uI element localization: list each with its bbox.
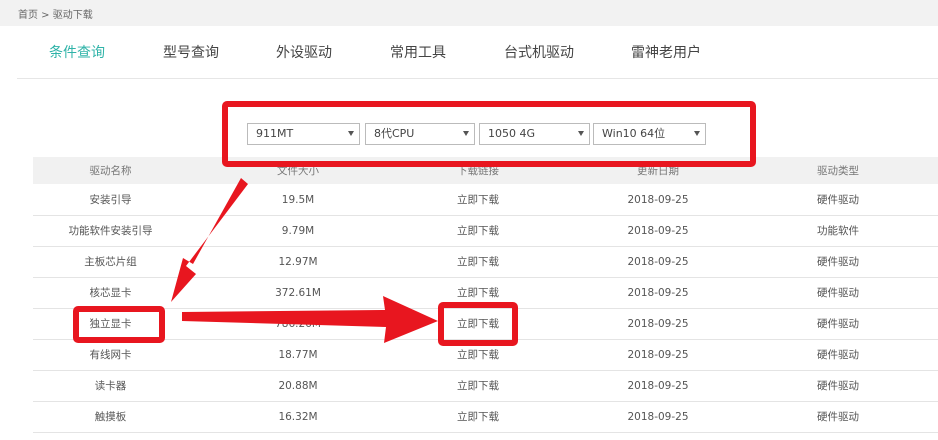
- update-date: 2018-09-25: [627, 224, 689, 237]
- file-size: 20.88M: [278, 379, 318, 392]
- table-row: 读卡器 20.88M 立即下载 2018-09-25 硬件驱动: [33, 370, 938, 402]
- chevron-down-icon: [463, 131, 469, 136]
- table-row: 安装引导 19.5M 立即下载 2018-09-25 硬件驱动: [33, 184, 938, 216]
- tab-common-tools[interactable]: 常用工具: [390, 42, 446, 62]
- tab-peripheral-drivers[interactable]: 外设驱动: [276, 42, 332, 62]
- chevron-down-icon: [348, 131, 354, 136]
- update-date: 2018-09-25: [627, 317, 689, 330]
- driver-type: 硬件驱动: [817, 287, 859, 299]
- update-date: 2018-09-25: [627, 410, 689, 423]
- os-select[interactable]: Win10 64位: [593, 123, 706, 145]
- file-size: 18.77M: [278, 348, 318, 361]
- driver-type: 硬件驱动: [817, 380, 859, 392]
- breadcrumb: 首页 > 驱动下载: [18, 10, 93, 21]
- model-select[interactable]: 911MT: [247, 123, 360, 145]
- top-bar: 首页 > 驱动下载: [0, 0, 938, 26]
- download-link[interactable]: 立即下载: [388, 184, 568, 215]
- file-size: 9.79M: [281, 224, 315, 237]
- header-download-link: 下载链接: [457, 165, 499, 177]
- table-row: 核芯显卡 372.61M 立即下载 2018-09-25 硬件驱动: [33, 277, 938, 309]
- update-date: 2018-09-25: [627, 379, 689, 392]
- driver-type: 功能软件: [817, 225, 859, 237]
- header-file-size: 文件大小: [277, 165, 319, 177]
- download-link[interactable]: 立即下载: [388, 401, 568, 432]
- model-select-value: 911MT: [256, 127, 294, 140]
- update-date: 2018-09-25: [627, 348, 689, 361]
- os-select-value: Win10 64位: [602, 127, 666, 140]
- cpu-select[interactable]: 8代CPU: [365, 123, 475, 145]
- download-link[interactable]: 立即下载: [388, 277, 568, 308]
- tab-legacy-users[interactable]: 雷神老用户: [631, 42, 701, 62]
- header-driver-name: 驱动名称: [89, 165, 132, 177]
- driver-type: 硬件驱动: [817, 349, 859, 361]
- table-row: 有线网卡 18.77M 立即下载 2018-09-25 硬件驱动: [33, 339, 938, 371]
- header-update-date: 更新日期: [637, 165, 679, 177]
- tab-desktop-drivers[interactable]: 台式机驱动: [504, 42, 574, 62]
- driver-name: 触摸板: [94, 411, 127, 423]
- driver-type: 硬件驱动: [817, 411, 859, 423]
- update-date: 2018-09-25: [627, 255, 689, 268]
- table-row: 主板芯片组 12.97M 立即下载 2018-09-25 硬件驱动: [33, 246, 938, 278]
- driver-name: 核芯显卡: [89, 287, 132, 299]
- driver-name: 有线网卡: [89, 349, 132, 361]
- download-link[interactable]: 立即下载: [388, 308, 568, 339]
- tab-model-search[interactable]: 型号查询: [163, 42, 219, 62]
- chevron-down-icon: [578, 131, 584, 136]
- table-row: 功能软件安装引导 9.79M 立即下载 2018-09-25 功能软件: [33, 215, 938, 247]
- table-row: 独立显卡 786.26M 立即下载 2018-09-25 硬件驱动: [33, 308, 938, 340]
- tab-condition-search[interactable]: 条件查询: [49, 42, 105, 62]
- tab-bar: 条件查询 型号查询 外设驱动 常用工具 台式机驱动 雷神老用户: [17, 26, 938, 79]
- driver-name: 读卡器: [94, 380, 127, 392]
- filter-bar: 911MT 8代CPU 1050 4G Win10 64位: [230, 110, 748, 158]
- file-size: 19.5M: [281, 193, 315, 206]
- download-link[interactable]: 立即下载: [388, 370, 568, 401]
- cpu-select-value: 8代CPU: [374, 127, 415, 140]
- gpu-select-value: 1050 4G: [488, 127, 536, 140]
- driver-type: 硬件驱动: [817, 194, 859, 206]
- download-link[interactable]: 立即下载: [388, 339, 568, 370]
- file-size: 372.61M: [275, 286, 321, 299]
- driver-name: 功能软件安装引导: [68, 225, 153, 237]
- driver-name: 独立显卡: [89, 318, 132, 330]
- update-date: 2018-09-25: [627, 286, 689, 299]
- update-date: 2018-09-25: [627, 193, 689, 206]
- header-driver-type: 驱动类型: [817, 165, 859, 177]
- table-row: 触摸板 16.32M 立即下载 2018-09-25 硬件驱动: [33, 401, 938, 433]
- download-link[interactable]: 立即下载: [388, 215, 568, 246]
- gpu-select[interactable]: 1050 4G: [479, 123, 590, 145]
- file-size: 16.32M: [278, 410, 318, 423]
- chevron-down-icon: [694, 131, 700, 136]
- download-link[interactable]: 立即下载: [388, 246, 568, 277]
- file-size: 786.26M: [275, 317, 321, 330]
- table-header: 驱动名称 文件大小 下载链接 更新日期 驱动类型: [33, 157, 938, 184]
- driver-name: 安装引导: [89, 194, 132, 206]
- file-size: 12.97M: [278, 255, 318, 268]
- driver-type: 硬件驱动: [817, 318, 859, 330]
- driver-name: 主板芯片组: [84, 256, 137, 268]
- driver-type: 硬件驱动: [817, 256, 859, 268]
